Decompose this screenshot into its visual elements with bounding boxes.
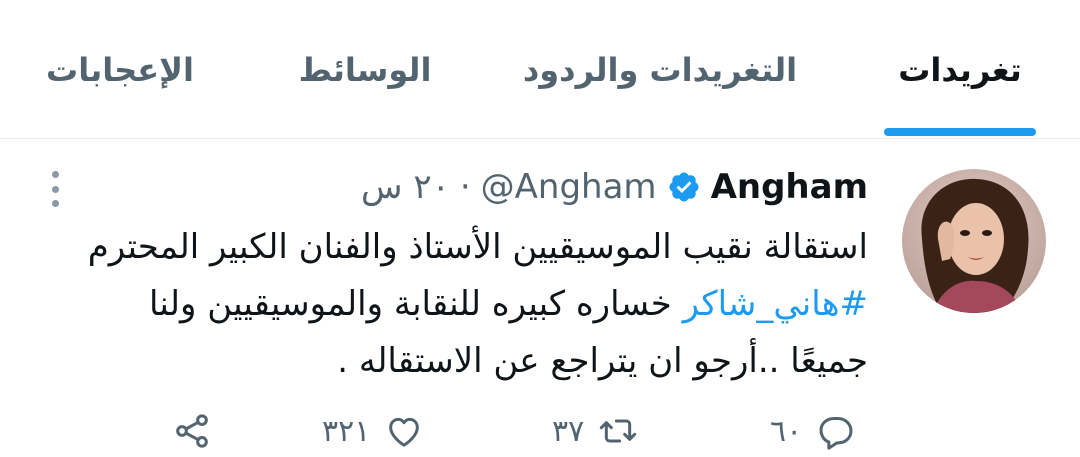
hashtag-link[interactable]: #هاني_شاكر: [683, 284, 868, 324]
verified-badge-icon: [669, 172, 699, 202]
tweet-text: استقالة نقيب الموسيقيين الأستاذ والفنان …: [38, 219, 868, 390]
user-handle[interactable]: @Angham: [481, 167, 657, 207]
separator-dot: ·: [459, 167, 471, 207]
share-button[interactable]: [172, 409, 212, 453]
reply-button[interactable]: ٦٠: [770, 409, 856, 453]
reply-icon: [819, 417, 853, 450]
tab-tweets-replies[interactable]: التغريدات والردود: [520, 40, 800, 100]
more-options-icon[interactable]: [40, 169, 70, 209]
avatar-image: [902, 169, 1046, 313]
like-count: ٣٢١: [322, 413, 371, 449]
retweet-count: ٣٧: [552, 413, 585, 449]
tweet[interactable]: Angham @Angham · ٢٠ س استقالة نقيب الموس…: [0, 139, 1080, 457]
active-tab-indicator: [884, 128, 1036, 136]
like-button[interactable]: ٣٢١: [322, 409, 424, 453]
tab-media[interactable]: الوسائط: [290, 40, 440, 100]
tweet-text-line-1: استقالة نقيب الموسيقيين الأستاذ والفنان …: [87, 227, 868, 267]
retweet-button[interactable]: ٣٧: [552, 409, 638, 453]
tweet-time[interactable]: ٢٠ س: [361, 167, 450, 207]
tab-likes[interactable]: الإعجابات: [40, 40, 200, 100]
display-name[interactable]: Angham: [711, 167, 868, 207]
tweet-header: Angham @Angham · ٢٠ س: [361, 167, 868, 207]
tweet-actions: ٦٠ ٣٧ ٣٢١: [0, 409, 1080, 457]
profile-tabs: تغريدات التغريدات والردود الوسائط الإعجا…: [0, 0, 1080, 139]
reply-count: ٦٠: [770, 413, 803, 449]
tweet-text-line-3: جميعًا ..أرجو ان يتراجع عن الاستقاله .: [337, 341, 868, 381]
tab-tweets[interactable]: تغريدات: [884, 40, 1036, 100]
tweet-text-line-2-rest: خساره كبيره للنقابة والموسيقيين ولنا: [149, 284, 672, 324]
share-icon: [176, 414, 208, 448]
avatar[interactable]: [902, 169, 1046, 313]
retweet-icon: [600, 419, 637, 443]
profile-page: تغريدات التغريدات والردود الوسائط الإعجا…: [0, 0, 1080, 457]
tweet-text-line-2: #هاني_شاكر خساره كبيره للنقابة والموسيقي…: [38, 276, 868, 333]
like-icon: [389, 417, 420, 447]
